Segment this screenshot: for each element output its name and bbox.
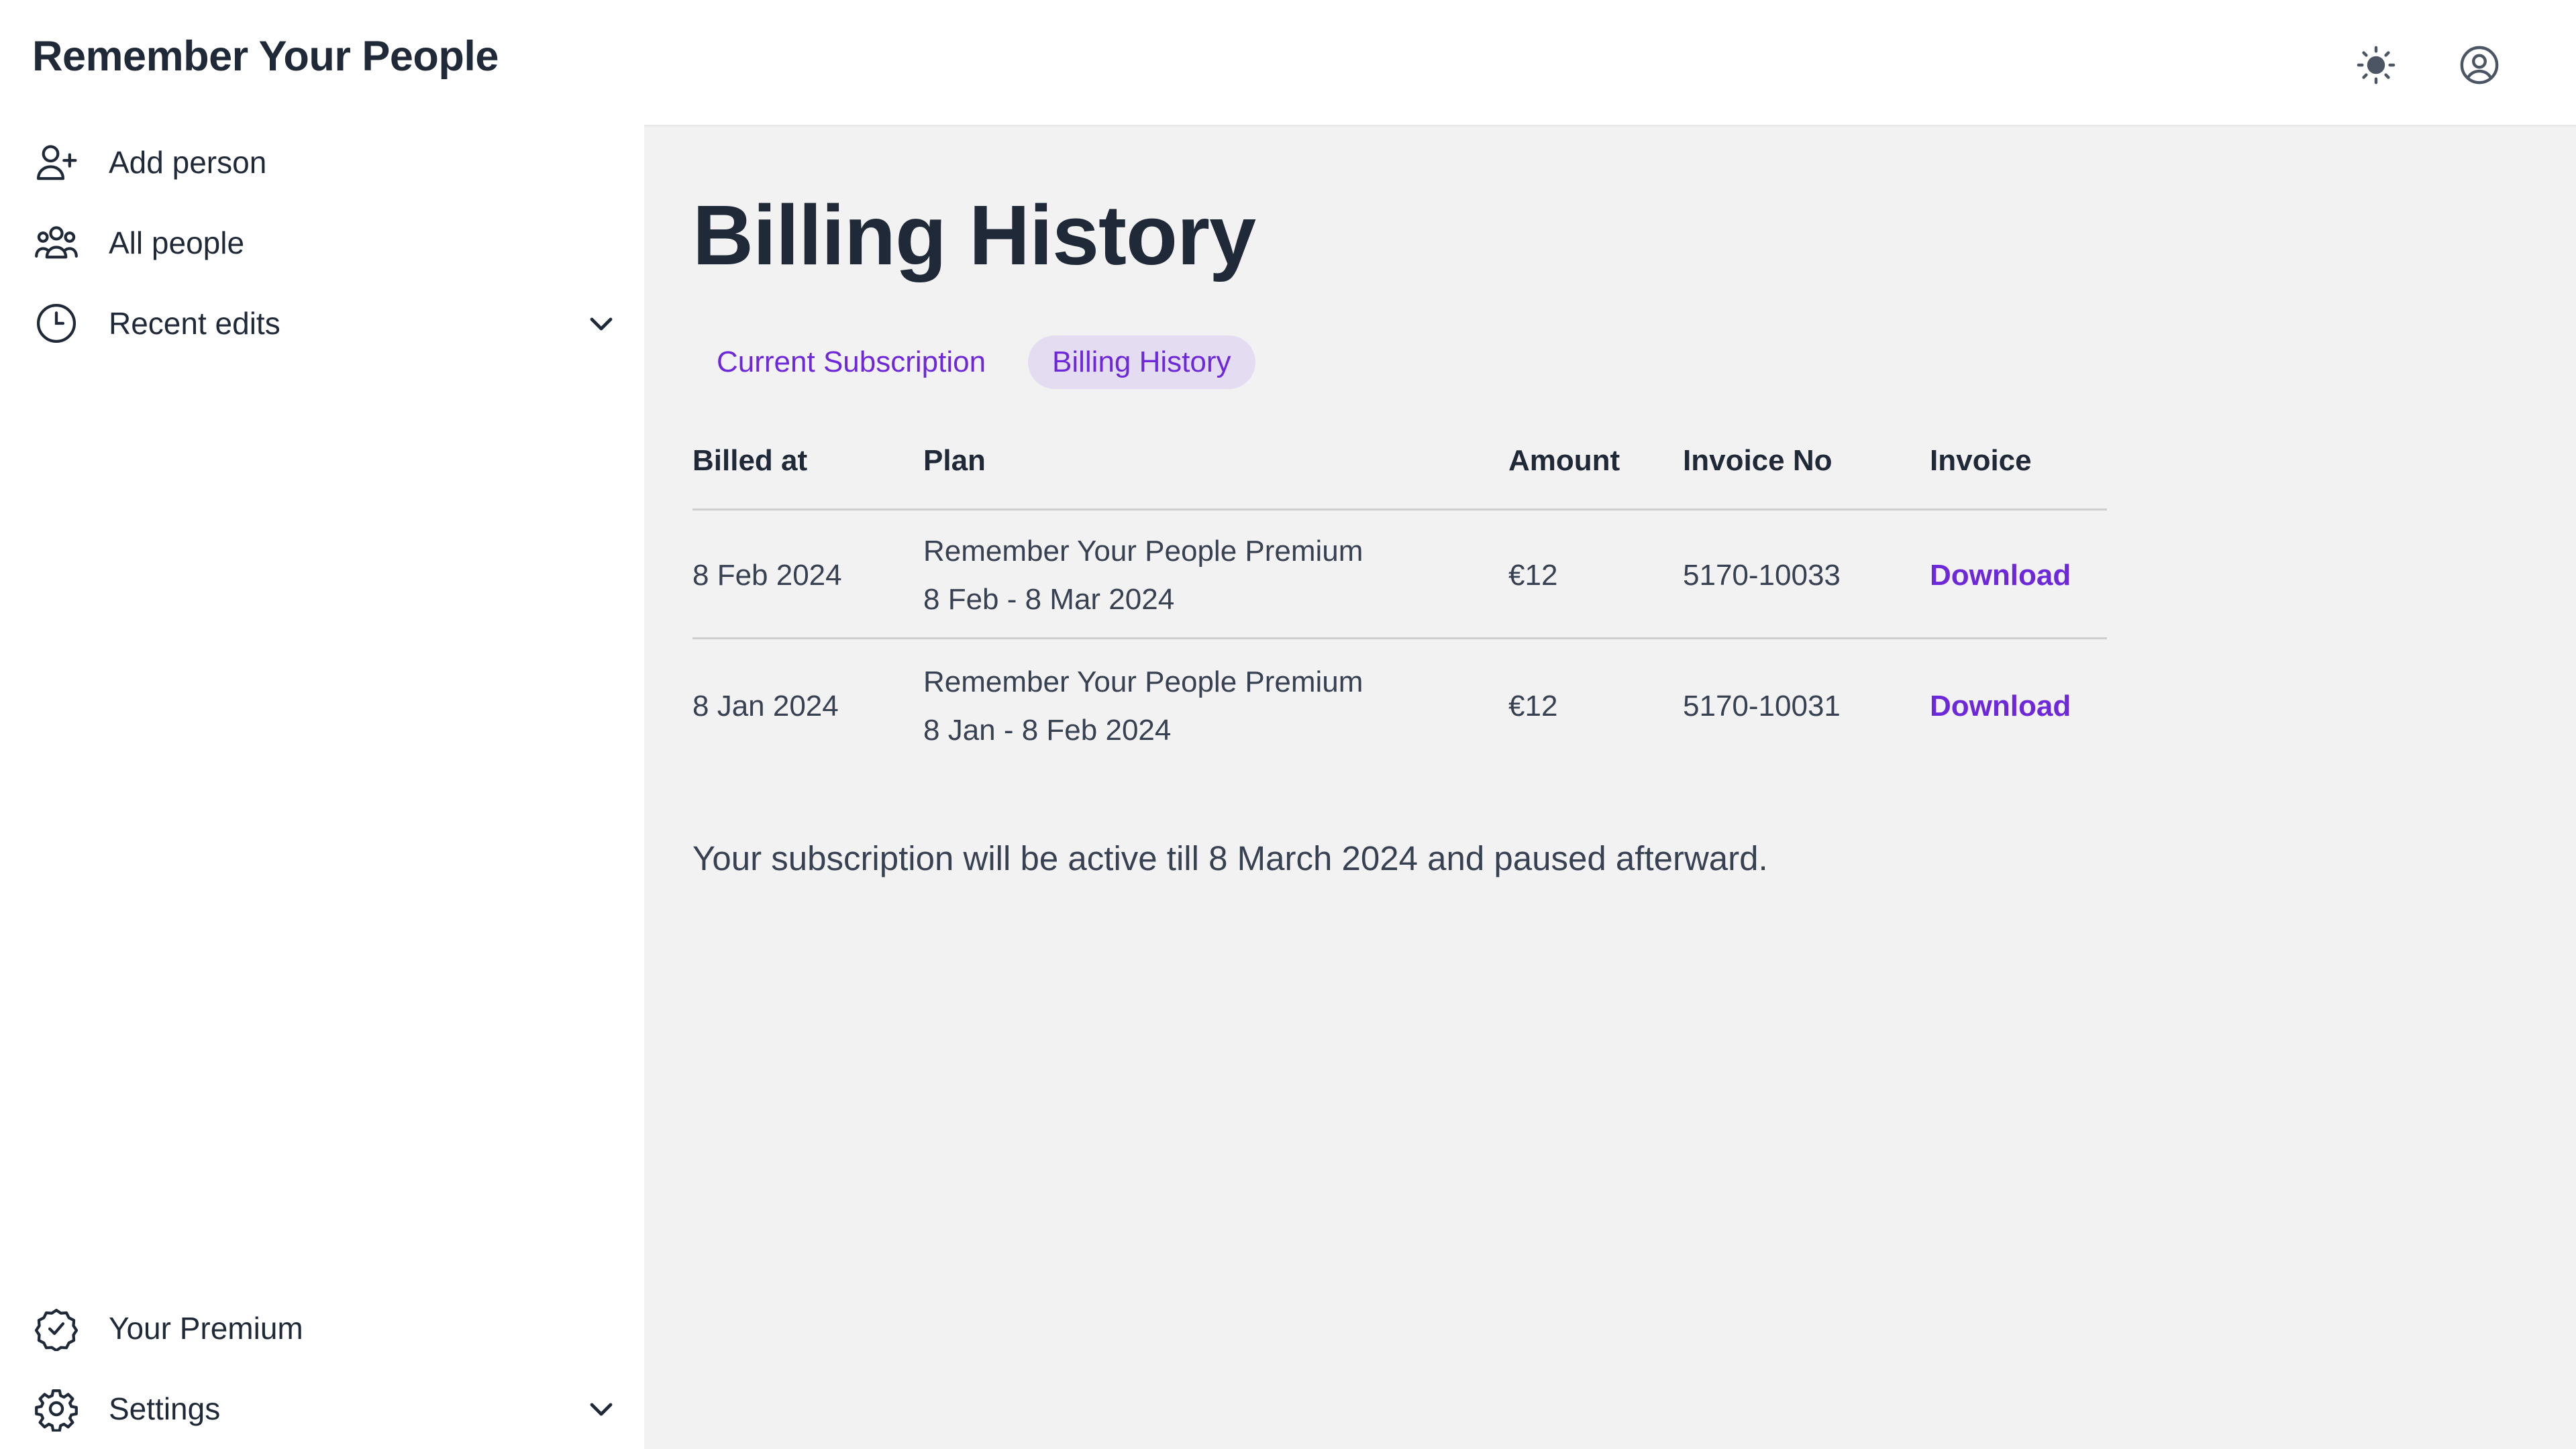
top-header: Remember Your People [0, 0, 2576, 129]
app-root: Remember Your People Add person All peop… [0, 0, 2576, 1449]
main-content: Billing History Current Subscription Bil… [644, 129, 2576, 1449]
tab-current-subscription[interactable]: Current Subscription [692, 335, 1010, 389]
check-badge-icon [32, 1304, 81, 1352]
sidebar-item-all-people[interactable]: All people [32, 209, 633, 276]
chevron-down-icon[interactable] [582, 305, 620, 342]
sidebar-item-label: Settings [109, 1391, 221, 1426]
amount-cell: €12 [1508, 559, 1558, 592]
download-invoice-link[interactable]: Download [1930, 559, 2071, 592]
amount-cell: €12 [1508, 690, 1558, 722]
invoice-no-cell: 5170-10033 [1683, 559, 1841, 592]
download-invoice-link[interactable]: Download [1930, 690, 2071, 723]
clock-icon [32, 299, 81, 347]
sidebar-item-label: All people [109, 225, 245, 260]
sidebar-item-label: Add person [109, 145, 267, 180]
column-header-invoice: Invoice [1930, 444, 2032, 477]
sidebar-item-add-person[interactable]: Add person [32, 129, 633, 196]
sidebar-item-your-premium[interactable]: Your Premium [32, 1295, 633, 1362]
plan-period-cell: 8 Feb - 8 Mar 2024 [923, 583, 1175, 616]
column-header-billed-at: Billed at [692, 444, 808, 477]
invoice-no-cell: 5170-10031 [1683, 690, 1841, 722]
sidebar-item-label: Recent edits [109, 306, 280, 341]
billed-at-cell: 8 Feb 2024 [692, 559, 842, 592]
column-header-invoice-no: Invoice No [1683, 444, 1833, 477]
column-header-plan: Plan [923, 444, 986, 477]
plan-name-cell: Remember Your People Premium [923, 665, 1363, 698]
gear-icon [32, 1385, 81, 1433]
sidebar-item-label: Your Premium [109, 1311, 303, 1346]
plan-period-cell: 8 Jan - 8 Feb 2024 [923, 714, 1172, 747]
user-circle-icon[interactable] [2456, 42, 2503, 89]
table-row: 8 Feb 2024 Remember Your People Premium … [692, 511, 2107, 639]
column-header-amount: Amount [1508, 444, 1620, 477]
sidebar-item-settings[interactable]: Settings [32, 1375, 633, 1442]
user-plus-icon [32, 138, 81, 186]
users-icon [32, 219, 81, 267]
tab-billing-history[interactable]: Billing History [1028, 335, 1255, 389]
table-row: 8 Jan 2024 Remember Your People Premium … [692, 641, 2107, 770]
subscription-notice: Your subscription will be active till 8 … [692, 839, 1768, 877]
sun-icon[interactable] [2353, 42, 2400, 89]
page-title: Billing History [692, 188, 1256, 282]
sidebar: Add person All people Recent edits Your … [0, 129, 644, 1449]
plan-name-cell: Remember Your People Premium [923, 535, 1363, 568]
sidebar-item-recent-edits[interactable]: Recent edits [32, 290, 633, 357]
chevron-down-icon[interactable] [582, 1390, 620, 1428]
row-divider [692, 637, 2107, 639]
app-title[interactable]: Remember Your People [32, 32, 499, 80]
billed-at-cell: 8 Jan 2024 [692, 690, 839, 722]
